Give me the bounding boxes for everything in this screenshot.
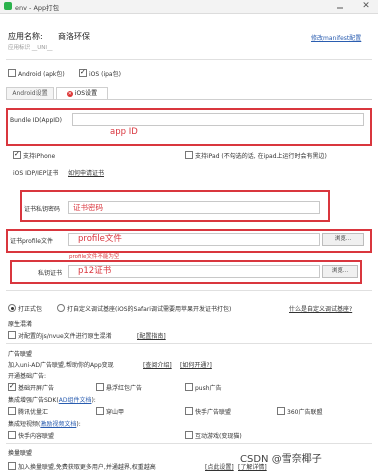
- exchange-checkbox[interactable]: [8, 462, 16, 470]
- enhanced-ads-title: 集成增强广告SDK(AD组件文档):: [8, 395, 96, 404]
- exchange-title: 换量联盟: [8, 450, 33, 457]
- video-ads-suffix: ):: [76, 421, 81, 428]
- tab-label: Android设置: [12, 90, 48, 97]
- cert-password-input[interactable]: [68, 201, 320, 214]
- enhanced-ad-checkbox[interactable]: [277, 407, 285, 415]
- video-ad-checkbox[interactable]: [8, 431, 16, 439]
- basic-ads-title: 开通基础广告:: [8, 373, 47, 380]
- profile-label: 证书profile文件: [10, 238, 53, 245]
- divider: [6, 343, 372, 344]
- enhanced-ad-label: 穿山甲: [106, 409, 125, 416]
- enhanced-ads-suffix: ):: [91, 397, 96, 404]
- manifest-link[interactable]: 修改manifest配置: [311, 33, 361, 42]
- cert-apply-link[interactable]: 如何申请证书: [68, 168, 104, 177]
- enhanced-ad-label: 360广告联盟: [287, 409, 323, 416]
- custom-base-link[interactable]: 什么是自定义调试基座?: [289, 304, 352, 313]
- android-checkbox[interactable]: [8, 69, 16, 77]
- divider: [6, 290, 372, 291]
- exchange-label: 加入换量联盟,免费获取更多用户,并通越界,权重越高: [18, 464, 156, 471]
- tab-divider: [6, 99, 372, 100]
- bundle-id-label: Bundle ID(AppID): [10, 117, 62, 124]
- native-obfuscation-checkbox[interactable]: [8, 331, 16, 339]
- android-checkbox-label: Android (apk包): [18, 71, 65, 78]
- app-logo-icon: [4, 2, 12, 10]
- video-ad-checkbox[interactable]: [185, 431, 193, 439]
- minimize-icon[interactable]: [335, 2, 345, 11]
- ads-title: 广告联盟: [8, 351, 33, 358]
- cert-password-label: 证书私钥密码: [24, 206, 61, 213]
- tab-label: iOS设置: [74, 90, 98, 97]
- video-ad-label: 快手内容联盟: [18, 433, 55, 440]
- enhanced-ad-checkbox[interactable]: [96, 407, 104, 415]
- tab-android-settings[interactable]: Android设置: [6, 87, 54, 99]
- ads-howto-link[interactable]: [如何开通?]: [180, 360, 212, 369]
- browse-profile-button[interactable]: 浏览...: [322, 233, 364, 246]
- ads-intro: 加入uni-AD广告联盟,帮助你的App变现: [8, 362, 114, 369]
- private-cert-label: 私钥证书: [38, 270, 63, 277]
- window-title: env - App打包: [15, 4, 60, 12]
- browse-cert-button[interactable]: 浏览...: [322, 265, 358, 278]
- video-ads-prefix: 集成短视频(: [8, 421, 41, 428]
- close-icon[interactable]: ✕: [360, 1, 372, 12]
- tab-ios-settings[interactable]: ✕ iOS设置: [56, 87, 108, 99]
- app-name-value: 商洛环保: [58, 32, 90, 41]
- bundle-id-annotation: app ID: [110, 127, 138, 137]
- video-ads-title: 集成短视频(激励视频文档):: [8, 419, 81, 428]
- private-cert-annotation: p12证书: [78, 266, 112, 276]
- formal-package-radio[interactable]: [8, 304, 16, 312]
- basic-ad-checkbox[interactable]: [185, 383, 193, 391]
- basic-ad-label: 悬浮红包广告: [106, 385, 143, 392]
- native-obfuscation-label: 对配置的js/nvue文件进行原生混淆: [18, 333, 112, 340]
- ios-checkbox-label: iOS (ipa包): [89, 71, 121, 78]
- enhanced-ad-checkbox[interactable]: [8, 407, 16, 415]
- enhanced-ad-checkbox[interactable]: [185, 407, 193, 415]
- formal-package-label: 打正式包: [18, 306, 43, 313]
- divider: [6, 443, 372, 444]
- support-iphone-label: 支持iPhone: [23, 153, 56, 160]
- config-guide-link[interactable]: [配置指南]: [137, 331, 166, 340]
- bundle-id-input[interactable]: [72, 113, 364, 126]
- csdn-watermark: CSDN @雪奈椰子: [240, 454, 322, 465]
- ads-intro-link[interactable]: [查阅介绍]: [143, 360, 172, 369]
- enhanced-ads-prefix: 集成增强广告SDK(: [8, 397, 59, 404]
- custom-base-label: 打自定义调试基座(iOS的Safari调试需要用苹果开发证书打包): [67, 306, 232, 313]
- ios-checkbox[interactable]: [79, 68, 87, 77]
- error-icon: ✕: [66, 91, 73, 97]
- app-id-line: 应用标识 __UNI__: [8, 45, 53, 51]
- support-ipad-checkbox[interactable]: [185, 151, 193, 159]
- cert-password-annotation: 证书密码: [73, 203, 103, 212]
- exchange-settings-link[interactable]: [点此设置]: [205, 462, 234, 471]
- basic-ad-label: 基础开屏广告: [18, 385, 55, 392]
- enhanced-ad-label: 腾讯优量汇: [18, 409, 49, 416]
- ad-component-doc-link[interactable]: AD组件文档: [59, 397, 92, 404]
- app-name-label: 应用名称:: [8, 32, 43, 41]
- video-doc-link[interactable]: 激励视频文档: [40, 421, 76, 428]
- basic-ad-label: push广告: [195, 385, 222, 392]
- basic-ad-checkbox[interactable]: [96, 383, 104, 391]
- cert-section-label: iOS IDP/IEP证书: [13, 170, 59, 177]
- enhanced-ad-label: 快手广告联盟: [195, 409, 232, 416]
- support-iphone-checkbox[interactable]: [13, 150, 21, 159]
- divider: [6, 59, 372, 60]
- profile-error-text: profile文件不能为空: [69, 254, 120, 260]
- native-obfuscation-title: 原生混淆: [8, 321, 33, 328]
- support-ipad-label: 支持iPad (不勾选的话, 在ipad上运行时会有黑边): [195, 153, 327, 160]
- basic-ad-checkbox[interactable]: [8, 382, 16, 391]
- custom-base-radio[interactable]: [57, 304, 65, 312]
- profile-annotation: profile文件: [78, 234, 122, 244]
- video-ad-label: 互动游戏(变现猫): [195, 433, 242, 440]
